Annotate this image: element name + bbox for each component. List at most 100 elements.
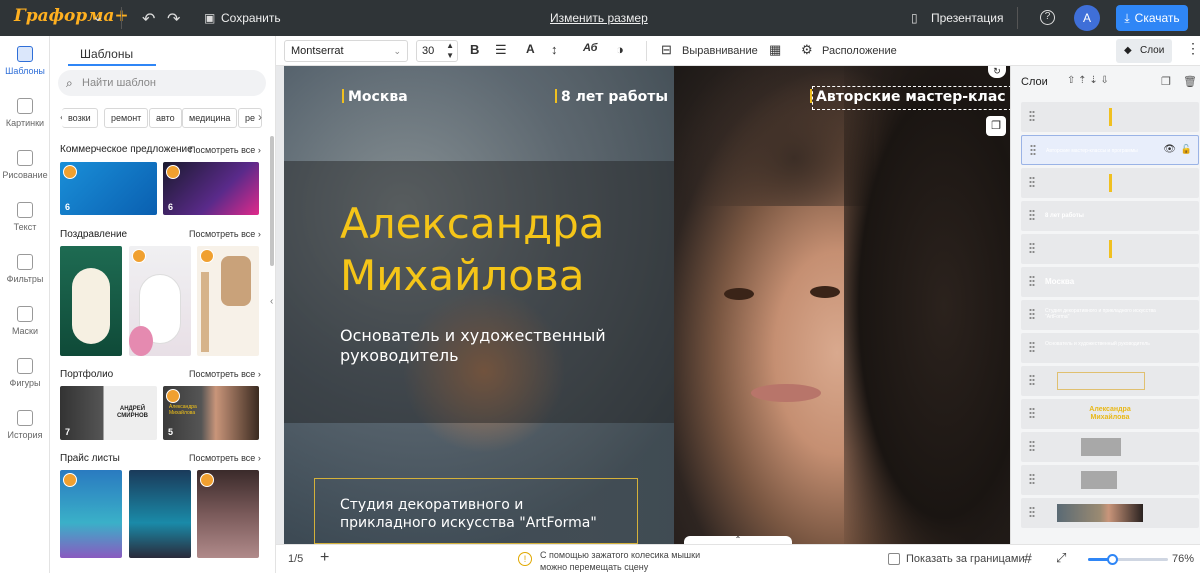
city-text[interactable]: Москва: [348, 89, 408, 105]
copy-icon[interactable]: ❐: [986, 116, 1006, 136]
drag-handle-icon[interactable]: [1029, 110, 1035, 122]
layer-row[interactable]: [1021, 168, 1199, 198]
nav-item-masks[interactable]: Маски: [0, 306, 50, 336]
drag-handle-icon[interactable]: [1029, 341, 1035, 353]
template-thumbnail[interactable]: [197, 246, 259, 356]
chip[interactable]: возки: [62, 108, 98, 128]
lock-icon[interactable]: 🔓: [1181, 144, 1192, 155]
text-color-button[interactable]: A: [526, 42, 535, 56]
gear-icon[interactable]: ⚙: [801, 42, 813, 58]
workshops-text[interactable]: Авторские мастер-клас: [816, 89, 1006, 105]
layer-row[interactable]: [1021, 102, 1199, 132]
drag-handle-icon[interactable]: [1029, 242, 1035, 254]
layer-row[interactable]: [1021, 465, 1199, 495]
zoom-handle[interactable]: [1107, 554, 1118, 565]
undo-icon[interactable]: ↶: [142, 9, 155, 29]
see-all-link[interactable]: Посмотреть все ›: [189, 453, 261, 463]
layer-row[interactable]: [1021, 432, 1199, 462]
zoom-slider[interactable]: [1088, 554, 1168, 565]
chevron-down-icon[interactable]: ⌄: [92, 8, 104, 25]
drag-handle-icon[interactable]: [1029, 407, 1035, 419]
chip[interactable]: ремонт: [104, 108, 149, 128]
duplicate-icon[interactable]: ❐: [1161, 75, 1171, 88]
download-button[interactable]: ⤓ Скачать: [1116, 5, 1188, 31]
template-thumbnail[interactable]: [197, 470, 259, 558]
save-icon[interactable]: ▣: [204, 11, 215, 25]
drag-handle-icon[interactable]: [1029, 308, 1035, 320]
search-input[interactable]: ⌕ Найти шаблон: [58, 70, 266, 96]
nav-item-images[interactable]: Картинки: [0, 98, 50, 128]
arrange-button[interactable]: Расположение: [822, 45, 897, 57]
align-text-icon[interactable]: ☰: [495, 42, 507, 58]
layers-button[interactable]: ◆ Слои: [1116, 39, 1172, 63]
nav-item-filters[interactable]: Фильтры: [0, 254, 50, 284]
see-all-link[interactable]: Посмотреть все ›: [189, 369, 261, 379]
studio-text[interactable]: Студия декоративного и прикладного искус…: [340, 496, 597, 532]
layer-row[interactable]: [1021, 498, 1199, 528]
nav-item-shapes[interactable]: Фигуры: [0, 358, 50, 388]
redo-icon[interactable]: ↷: [167, 9, 180, 29]
nav-item-history[interactable]: История: [0, 410, 50, 440]
layer-row[interactable]: 8 лет работы: [1021, 201, 1199, 231]
font-size-stepper[interactable]: 30 ▲ ▼: [416, 40, 458, 62]
drag-handle-icon[interactable]: [1029, 209, 1035, 221]
drag-handle-icon[interactable]: [1030, 144, 1036, 156]
bold-button[interactable]: B: [470, 42, 479, 57]
align-button[interactable]: Выравнивание: [682, 45, 758, 57]
drag-handle-icon[interactable]: [1029, 374, 1035, 386]
show-outside-label[interactable]: Показать за границами: [906, 553, 1025, 565]
layer-row[interactable]: Авторские мастер-классы и программы 👁 🔓: [1021, 135, 1199, 165]
grid-icon[interactable]: #: [1024, 550, 1032, 566]
template-thumbnail[interactable]: [60, 470, 122, 558]
template-thumbnail[interactable]: АНДРЕЙ СМИРНОВ 7: [60, 386, 157, 440]
template-thumbnail[interactable]: [129, 246, 191, 356]
years-text[interactable]: 8 лет работы: [561, 89, 668, 105]
app-logo[interactable]: Граформа+: [14, 6, 129, 26]
trash-icon[interactable]: 🗑: [1183, 75, 1197, 88]
nav-item-drawing[interactable]: Рисование: [0, 150, 50, 180]
avatar[interactable]: A: [1074, 5, 1100, 31]
line-height-icon[interactable]: ↕: [551, 42, 558, 57]
chip[interactable]: авто: [149, 108, 182, 128]
transparency-icon[interactable]: ▦: [769, 42, 781, 58]
layer-move-icons[interactable]: ⇧ ⇡ ⇣ ⇩: [1067, 75, 1109, 86]
text-case-button[interactable]: Аб: [583, 42, 597, 54]
panel-scrollbar[interactable]: [270, 136, 274, 266]
layer-row[interactable]: [1021, 234, 1199, 264]
name-heading[interactable]: Александра Михайлова: [340, 198, 605, 302]
chevron-up-icon[interactable]: ⌃: [684, 536, 792, 544]
layer-row[interactable]: Основатель и художественный руководитель: [1021, 333, 1199, 363]
drag-handle-icon[interactable]: [1029, 473, 1035, 485]
tab-templates[interactable]: Шаблоны: [80, 47, 133, 61]
chevron-right-icon[interactable]: ›: [258, 110, 262, 124]
template-thumbnail[interactable]: Александра Михайлова 5: [163, 386, 259, 440]
layer-row[interactable]: Александра Михайлова: [1021, 399, 1199, 429]
template-thumbnail[interactable]: [129, 470, 191, 558]
add-page-button[interactable]: +: [320, 549, 329, 567]
see-all-link[interactable]: Посмотреть все ›: [189, 229, 261, 239]
layer-row[interactable]: [1021, 366, 1199, 396]
save-button[interactable]: Сохранить: [221, 11, 281, 25]
resize-link[interactable]: Изменить размер: [550, 11, 648, 25]
chip[interactable]: медицина: [182, 108, 238, 128]
template-thumbnail[interactable]: 6: [60, 162, 157, 215]
contrast-icon[interactable]: ◑: [616, 42, 624, 57]
more-icon[interactable]: ⋮: [1186, 40, 1200, 57]
drag-handle-icon[interactable]: [1029, 506, 1035, 518]
nav-item-templates[interactable]: Шаблоны: [0, 46, 50, 76]
presentation-icon[interactable]: ▯: [911, 11, 918, 25]
presentation-button[interactable]: Презентация: [931, 11, 1004, 25]
layer-row[interactable]: Студия декоративного и прикладного искус…: [1021, 300, 1199, 330]
design-canvas[interactable]: Москва 8 лет работы Авторские мастер-кла…: [284, 66, 1014, 544]
align-icon[interactable]: ⊟: [661, 42, 672, 58]
drag-handle-icon[interactable]: [1029, 440, 1035, 452]
drag-handle-icon[interactable]: [1029, 176, 1035, 188]
see-all-link[interactable]: Посмотреть все ›: [189, 145, 261, 155]
template-thumbnail[interactable]: 6: [163, 162, 259, 215]
help-icon[interactable]: ?: [1040, 10, 1055, 25]
drag-handle-icon[interactable]: [1029, 275, 1035, 287]
role-text[interactable]: Основатель и художественный руководитель: [340, 326, 606, 366]
layer-row[interactable]: Москва: [1021, 267, 1199, 297]
font-family-select[interactable]: Montserrat ⌄: [284, 40, 408, 62]
nav-item-text[interactable]: Текст: [0, 202, 50, 232]
